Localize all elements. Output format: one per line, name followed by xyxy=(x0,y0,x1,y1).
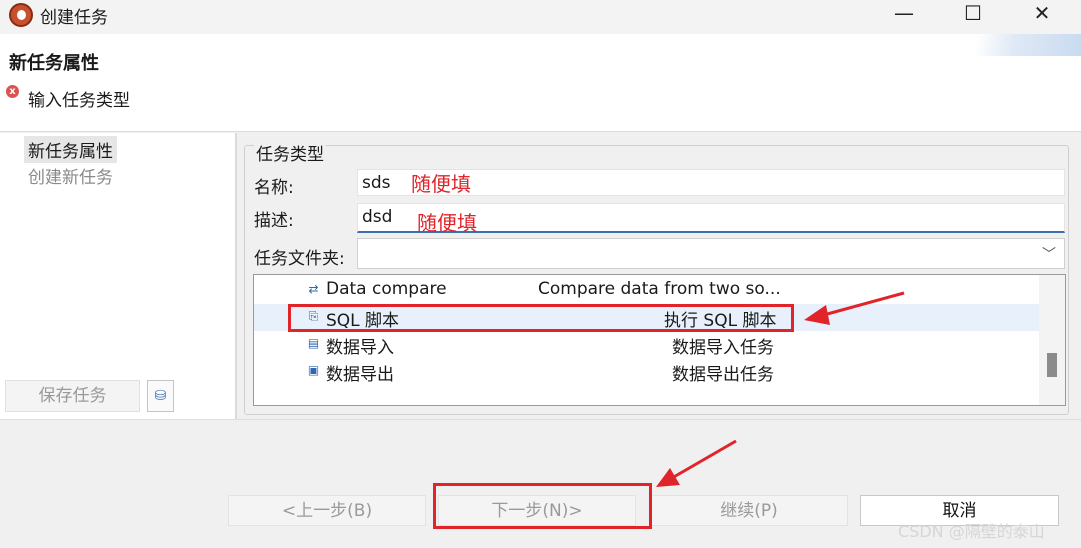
watermark: CSDN @隔壁的泰山 xyxy=(898,522,1045,541)
annotation-arrows xyxy=(656,291,905,487)
arrow-line-bottom xyxy=(671,439,737,480)
arrow-line-top xyxy=(819,291,905,318)
arrow-head-bottom xyxy=(656,468,680,487)
arrow-head-top xyxy=(804,305,830,325)
